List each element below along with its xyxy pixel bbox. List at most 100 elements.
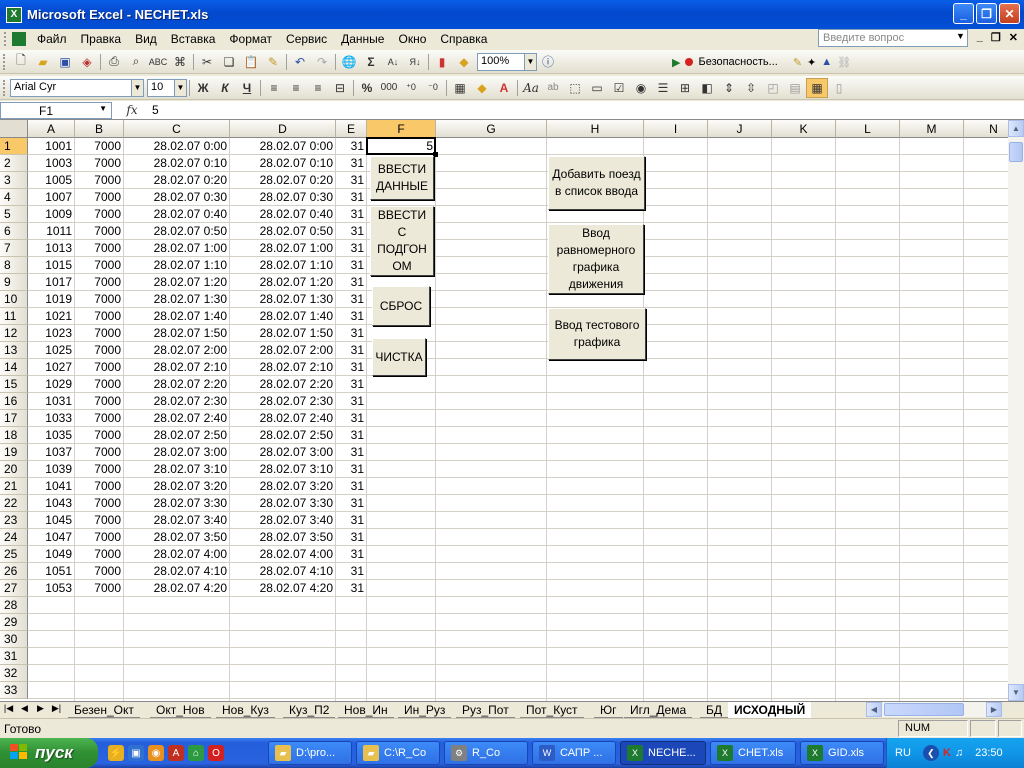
- sheet-tab[interactable]: Окт_Нов: [150, 702, 211, 718]
- cell-b29[interactable]: [75, 614, 123, 631]
- kaspersky-icon[interactable]: K: [943, 747, 951, 759]
- cell-a11[interactable]: 1021: [28, 308, 74, 325]
- cell-b22[interactable]: 7000: [75, 495, 123, 512]
- thousands-button[interactable]: 000: [378, 78, 400, 98]
- cell-b20[interactable]: 7000: [75, 461, 123, 478]
- toolbar-grip[interactable]: [3, 53, 7, 70]
- cell-e9[interactable]: 31: [336, 274, 366, 291]
- cell-a33[interactable]: [28, 682, 74, 699]
- cell-b2[interactable]: 7000: [75, 155, 123, 172]
- row-header[interactable]: 23: [0, 512, 28, 529]
- cell-b19[interactable]: 7000: [75, 444, 123, 461]
- cell-e1[interactable]: 31: [336, 138, 366, 155]
- cell-c15[interactable]: 28.02.07 2:20: [124, 376, 229, 393]
- column-header-d[interactable]: D: [230, 120, 336, 138]
- row-header[interactable]: 33: [0, 682, 28, 699]
- save-icon[interactable]: ▣: [54, 52, 76, 72]
- row-header[interactable]: 17: [0, 410, 28, 427]
- cell-e23[interactable]: 31: [336, 512, 366, 529]
- cell-d33[interactable]: [230, 682, 335, 699]
- button-control-icon[interactable]: ▭: [586, 78, 608, 98]
- cell-c14[interactable]: 28.02.07 2:10: [124, 359, 229, 376]
- row-header[interactable]: 14: [0, 359, 28, 376]
- cell-a4[interactable]: 1007: [28, 189, 74, 206]
- cell-d1[interactable]: 28.02.07 0:00: [230, 138, 335, 155]
- cell-b25[interactable]: 7000: [75, 546, 123, 563]
- cell-f18[interactable]: [367, 427, 435, 444]
- cell-d25[interactable]: 28.02.07 4:00: [230, 546, 335, 563]
- taskbar-item-rco[interactable]: ⚙ R_Co: [444, 741, 528, 765]
- cell-b16[interactable]: 7000: [75, 393, 123, 410]
- row-header[interactable]: 20: [0, 461, 28, 478]
- row-header[interactable]: 25: [0, 546, 28, 563]
- first-sheet-icon[interactable]: |◀: [2, 703, 15, 714]
- cell-a16[interactable]: 1031: [28, 393, 74, 410]
- cell-d9[interactable]: 28.02.07 1:20: [230, 274, 335, 291]
- column-header-e[interactable]: E: [336, 120, 367, 138]
- cell-e27[interactable]: 31: [336, 580, 366, 597]
- menu-grip[interactable]: [4, 32, 8, 46]
- cell-a8[interactable]: 1015: [28, 257, 74, 274]
- cell-b28[interactable]: [75, 597, 123, 614]
- row-header[interactable]: 16: [0, 393, 28, 410]
- cell-d7[interactable]: 28.02.07 1:00: [230, 240, 335, 257]
- cell-c28[interactable]: [124, 597, 229, 614]
- cell-b14[interactable]: 7000: [75, 359, 123, 376]
- cell-f21[interactable]: [367, 478, 435, 495]
- drawing-icon[interactable]: ◆: [453, 52, 475, 72]
- cell-e18[interactable]: 31: [336, 427, 366, 444]
- cell-c25[interactable]: 28.02.07 4:00: [124, 546, 229, 563]
- cell-f19[interactable]: [367, 444, 435, 461]
- row-header[interactable]: 3: [0, 172, 28, 189]
- menu-window[interactable]: Окно: [391, 32, 433, 46]
- cell-b3[interactable]: 7000: [75, 172, 123, 189]
- font-dropdown-icon[interactable]: ▼: [132, 78, 144, 97]
- cell-e8[interactable]: 31: [336, 257, 366, 274]
- quicklaunch-desktop-icon[interactable]: ▣: [128, 745, 144, 761]
- redo-icon[interactable]: ↷: [311, 52, 333, 72]
- select-all-corner[interactable]: [0, 120, 28, 138]
- cell-c30[interactable]: [124, 631, 229, 648]
- cell-a28[interactable]: [28, 597, 74, 614]
- cell-b15[interactable]: 7000: [75, 376, 123, 393]
- cell-b9[interactable]: 7000: [75, 274, 123, 291]
- cell-b12[interactable]: 7000: [75, 325, 123, 342]
- reset-button[interactable]: СБРОС: [372, 286, 430, 326]
- cell-a21[interactable]: 1041: [28, 478, 74, 495]
- security-button[interactable]: Безопасность...: [698, 56, 777, 68]
- phonetic-icon[interactable]: Aa: [520, 78, 542, 98]
- cell-e6[interactable]: 31: [336, 223, 366, 240]
- quicklaunch-opera-icon[interactable]: O: [208, 745, 224, 761]
- cell-c16[interactable]: 28.02.07 2:30: [124, 393, 229, 410]
- cell-c9[interactable]: 28.02.07 1:20: [124, 274, 229, 291]
- cell-e31[interactable]: [336, 648, 366, 665]
- cell-f17[interactable]: [367, 410, 435, 427]
- next-sheet-icon[interactable]: ▶: [34, 703, 47, 714]
- cell-f27[interactable]: [367, 580, 435, 597]
- worksheet-grid[interactable]: A B C D E F G H I J K L M N 1 1001 7000 28.02.07 0:00 28.0…: [0, 120, 1008, 701]
- column-header-m[interactable]: M: [900, 120, 964, 138]
- open-icon[interactable]: ▰: [32, 52, 54, 72]
- sort-desc-icon[interactable]: Я↓: [404, 52, 426, 72]
- column-header-h[interactable]: H: [547, 120, 644, 138]
- horizontal-scroll-thumb[interactable]: [884, 703, 964, 716]
- fx-icon[interactable]: fx: [112, 103, 152, 117]
- cell-d28[interactable]: [230, 597, 335, 614]
- borders-icon[interactable]: ▦: [449, 78, 471, 98]
- vertical-scroll-thumb[interactable]: [1009, 142, 1023, 162]
- undo-icon[interactable]: ↶: [289, 52, 311, 72]
- decrease-decimal-icon[interactable]: ⁻0: [422, 78, 444, 98]
- cell-b10[interactable]: 7000: [75, 291, 123, 308]
- cell-d32[interactable]: [230, 665, 335, 682]
- row-header[interactable]: 28: [0, 597, 28, 614]
- scrollbar-control-icon[interactable]: ⇳: [740, 78, 762, 98]
- menu-tools[interactable]: Сервис: [279, 32, 334, 46]
- cell-b6[interactable]: 7000: [75, 223, 123, 240]
- play-icon[interactable]: ▶: [672, 56, 680, 69]
- cell-a10[interactable]: 1019: [28, 291, 74, 308]
- cell-a25[interactable]: 1049: [28, 546, 74, 563]
- cell-c26[interactable]: 28.02.07 4:10: [124, 563, 229, 580]
- italic-button[interactable]: К: [214, 78, 236, 98]
- cell-a14[interactable]: 1027: [28, 359, 74, 376]
- row-header[interactable]: 6: [0, 223, 28, 240]
